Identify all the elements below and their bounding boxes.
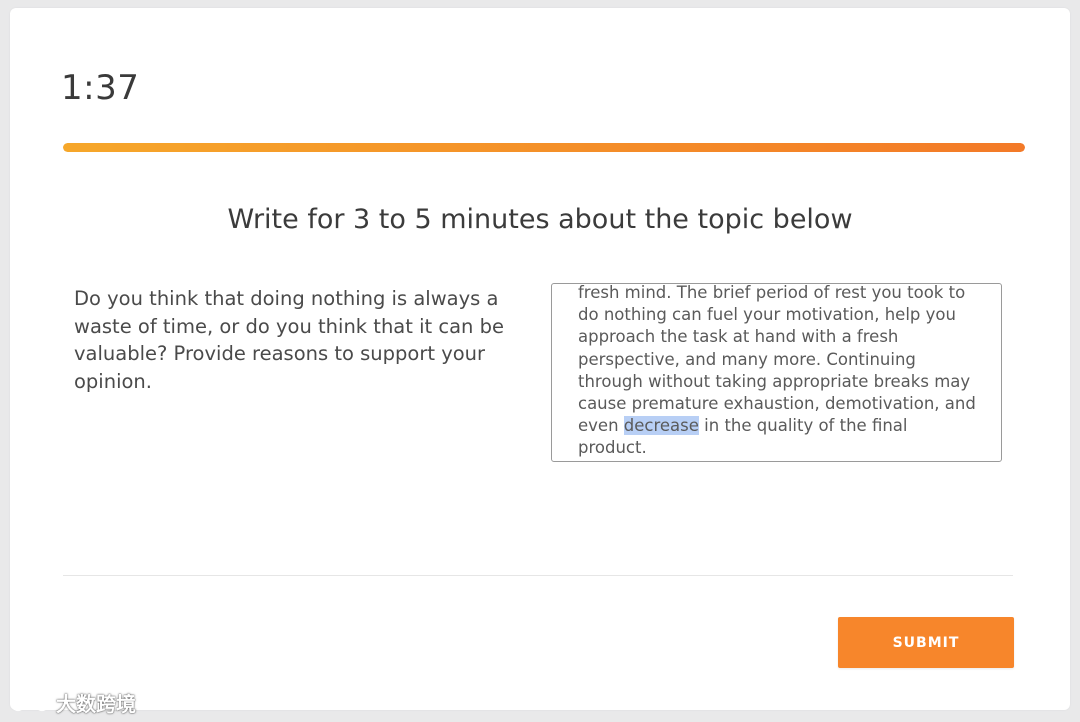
timer-progress-fill <box>63 143 1025 152</box>
watermark-text: 大数跨境 <box>56 692 136 716</box>
timer-progress-bar <box>63 143 1025 152</box>
watermark: 大数跨境 <box>10 688 136 717</box>
watermark-logo-icon <box>10 693 50 711</box>
instruction-heading: Write for 3 to 5 minutes about the topic… <box>227 204 853 235</box>
answer-text-before: fresh mind. The brief period of rest you… <box>578 283 976 436</box>
exam-card: 1:37 Write for 3 to 5 minutes about the … <box>10 8 1070 710</box>
selected-text: decrease <box>623 416 699 436</box>
footer-divider <box>63 575 1013 576</box>
question-prompt: Do you think that doing nothing is alway… <box>74 287 504 393</box>
countdown-timer: 1:37 <box>61 68 140 108</box>
submit-button[interactable]: SUBMIT <box>838 617 1014 668</box>
answer-textarea[interactable]: fresh mind. The brief period of rest you… <box>551 283 1002 462</box>
answer-text[interactable]: fresh mind. The brief period of rest you… <box>578 283 978 460</box>
